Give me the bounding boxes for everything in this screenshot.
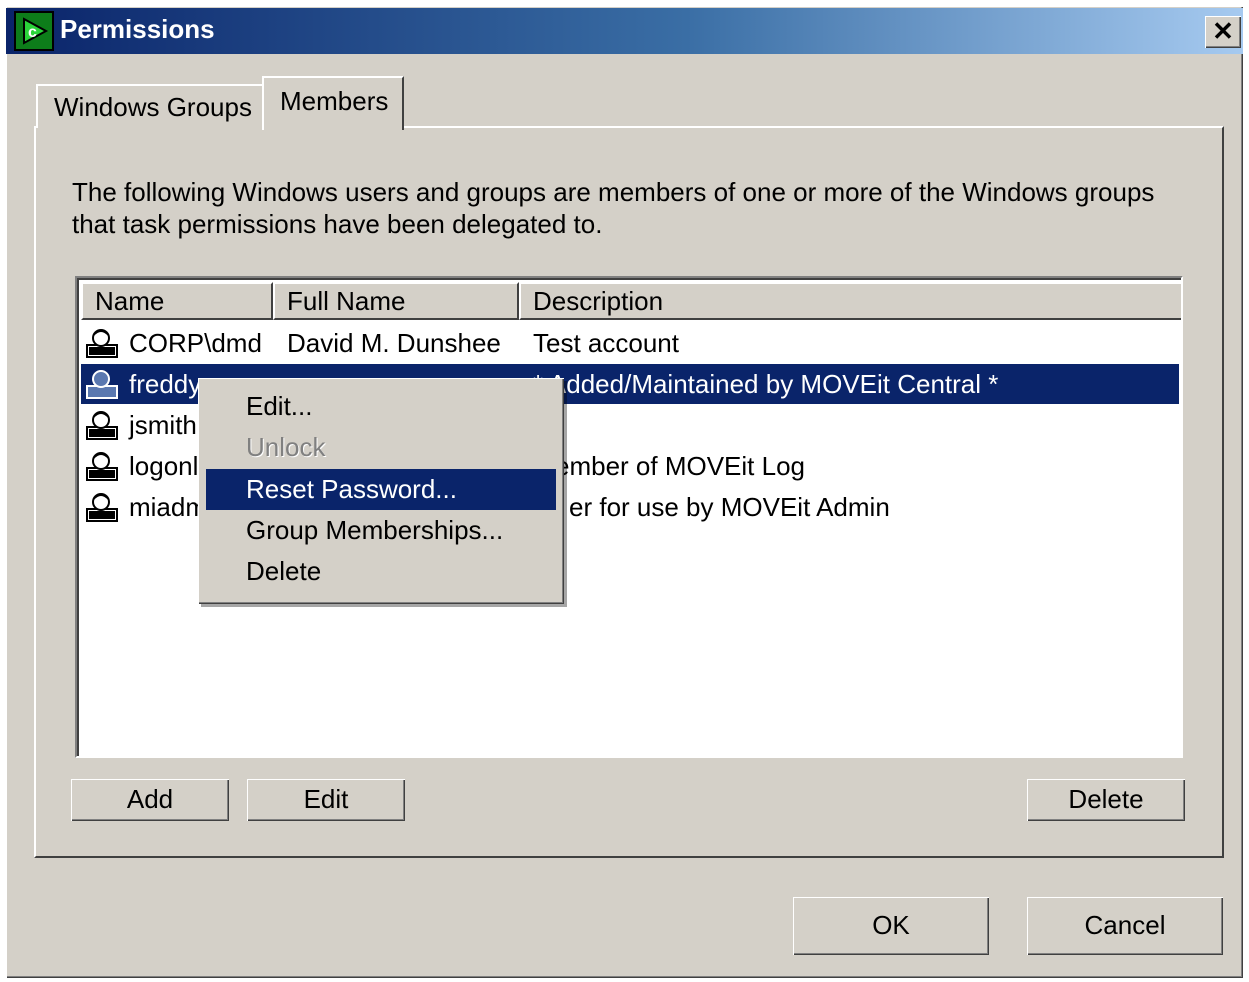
column-header-description[interactable]: Description [519,282,1181,320]
row-description: * Added/Maintained by MOVEit Central * [533,369,999,399]
green-arrow-c-icon: c [14,11,54,51]
row-name: logonl [129,451,199,481]
menu-item-delete[interactable]: Delete [206,551,556,592]
close-icon[interactable]: ✕ [1205,16,1241,48]
user-icon [86,452,118,481]
tab-windows-groups[interactable]: Windows Groups [36,84,264,128]
menu-item-reset-password[interactable]: Reset Password... [206,469,556,510]
context-menu: Edit... Unlock Reset Password... Group M… [198,378,564,604]
user-icon [86,329,118,358]
row-name: CORP\dmd [129,328,262,358]
edit-button[interactable]: Edit [246,778,406,822]
menu-item-unlock: Unlock [246,432,326,462]
row-description: ember of MOVEit Log [555,451,805,481]
user-icon [86,370,118,399]
ok-button[interactable]: OK [792,896,990,956]
row-full-name: David M. Dunshee [287,328,501,358]
column-header-name[interactable]: Name [81,282,273,320]
row-name: jsmith [129,410,197,440]
delete-button[interactable]: Delete [1026,778,1186,822]
menu-item-edit[interactable]: Edit... [206,386,556,427]
row-description: Test account [533,328,679,358]
row-description: er for use by MOVEit Admin [569,492,890,522]
menu-item-group-memberships[interactable]: Group Memberships... [206,510,556,551]
table-row[interactable]: CORP\dmd David M. Dunshee Test account [81,323,1179,363]
list-header: Name Full Name Description [81,282,1181,320]
user-icon [86,411,118,440]
intro-text: The following Windows users and groups a… [72,177,1155,239]
svg-text:c: c [28,24,37,41]
row-name: miadm [129,492,208,522]
row-name: freddy [129,369,202,399]
add-button[interactable]: Add [70,778,230,822]
window-title: Permissions [60,14,215,44]
column-header-full-name[interactable]: Full Name [273,282,519,320]
user-icon [86,493,118,522]
tab-members[interactable]: Members [262,76,404,130]
cancel-button[interactable]: Cancel [1026,896,1224,956]
